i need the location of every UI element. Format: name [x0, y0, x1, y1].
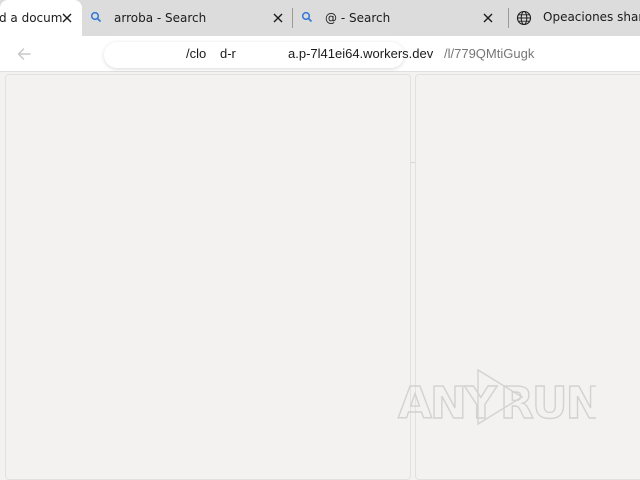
- tab-arroba-search[interactable]: arroba - Search: [82, 0, 292, 36]
- tab-document-label: d a docum: [0, 11, 63, 25]
- tab-opeaciones[interactable]: Opeaciones shared: [510, 0, 640, 36]
- tab-strip: d a docum arroba - Search @ - Search Ope…: [0, 0, 640, 36]
- close-icon[interactable]: [60, 11, 74, 25]
- back-arrow-icon[interactable]: [14, 44, 34, 64]
- search-icon: [301, 11, 315, 25]
- toolbar: /clo d-r a.p-7l41ei64.workers.dev /l/779…: [0, 36, 640, 72]
- tab-separator: [508, 8, 509, 28]
- anyrun-watermark: ANY RUN: [396, 368, 603, 430]
- globe-icon: [516, 10, 532, 26]
- tab-at-search-label: @ - Search: [325, 11, 391, 25]
- tab-document[interactable]: d a docum: [0, 0, 82, 36]
- watermark-run-text: RUN: [500, 378, 596, 428]
- search-icon: [90, 11, 104, 25]
- left-pane: [5, 74, 411, 480]
- url-segment-2: d-r: [220, 46, 236, 61]
- tab-at-search[interactable]: @ - Search: [293, 0, 507, 36]
- close-icon[interactable]: [271, 11, 285, 25]
- url-segment-1: /clo: [186, 46, 207, 61]
- close-icon[interactable]: [481, 11, 495, 25]
- url-host[interactable]: a.p-7l41ei64.workers.dev: [288, 47, 433, 61]
- tab-opeaciones-label: Opeaciones shared: [543, 10, 640, 24]
- url-path[interactable]: /l/779QMtiGugk: [444, 47, 534, 61]
- tab-arroba-search-label: arroba - Search: [114, 11, 207, 25]
